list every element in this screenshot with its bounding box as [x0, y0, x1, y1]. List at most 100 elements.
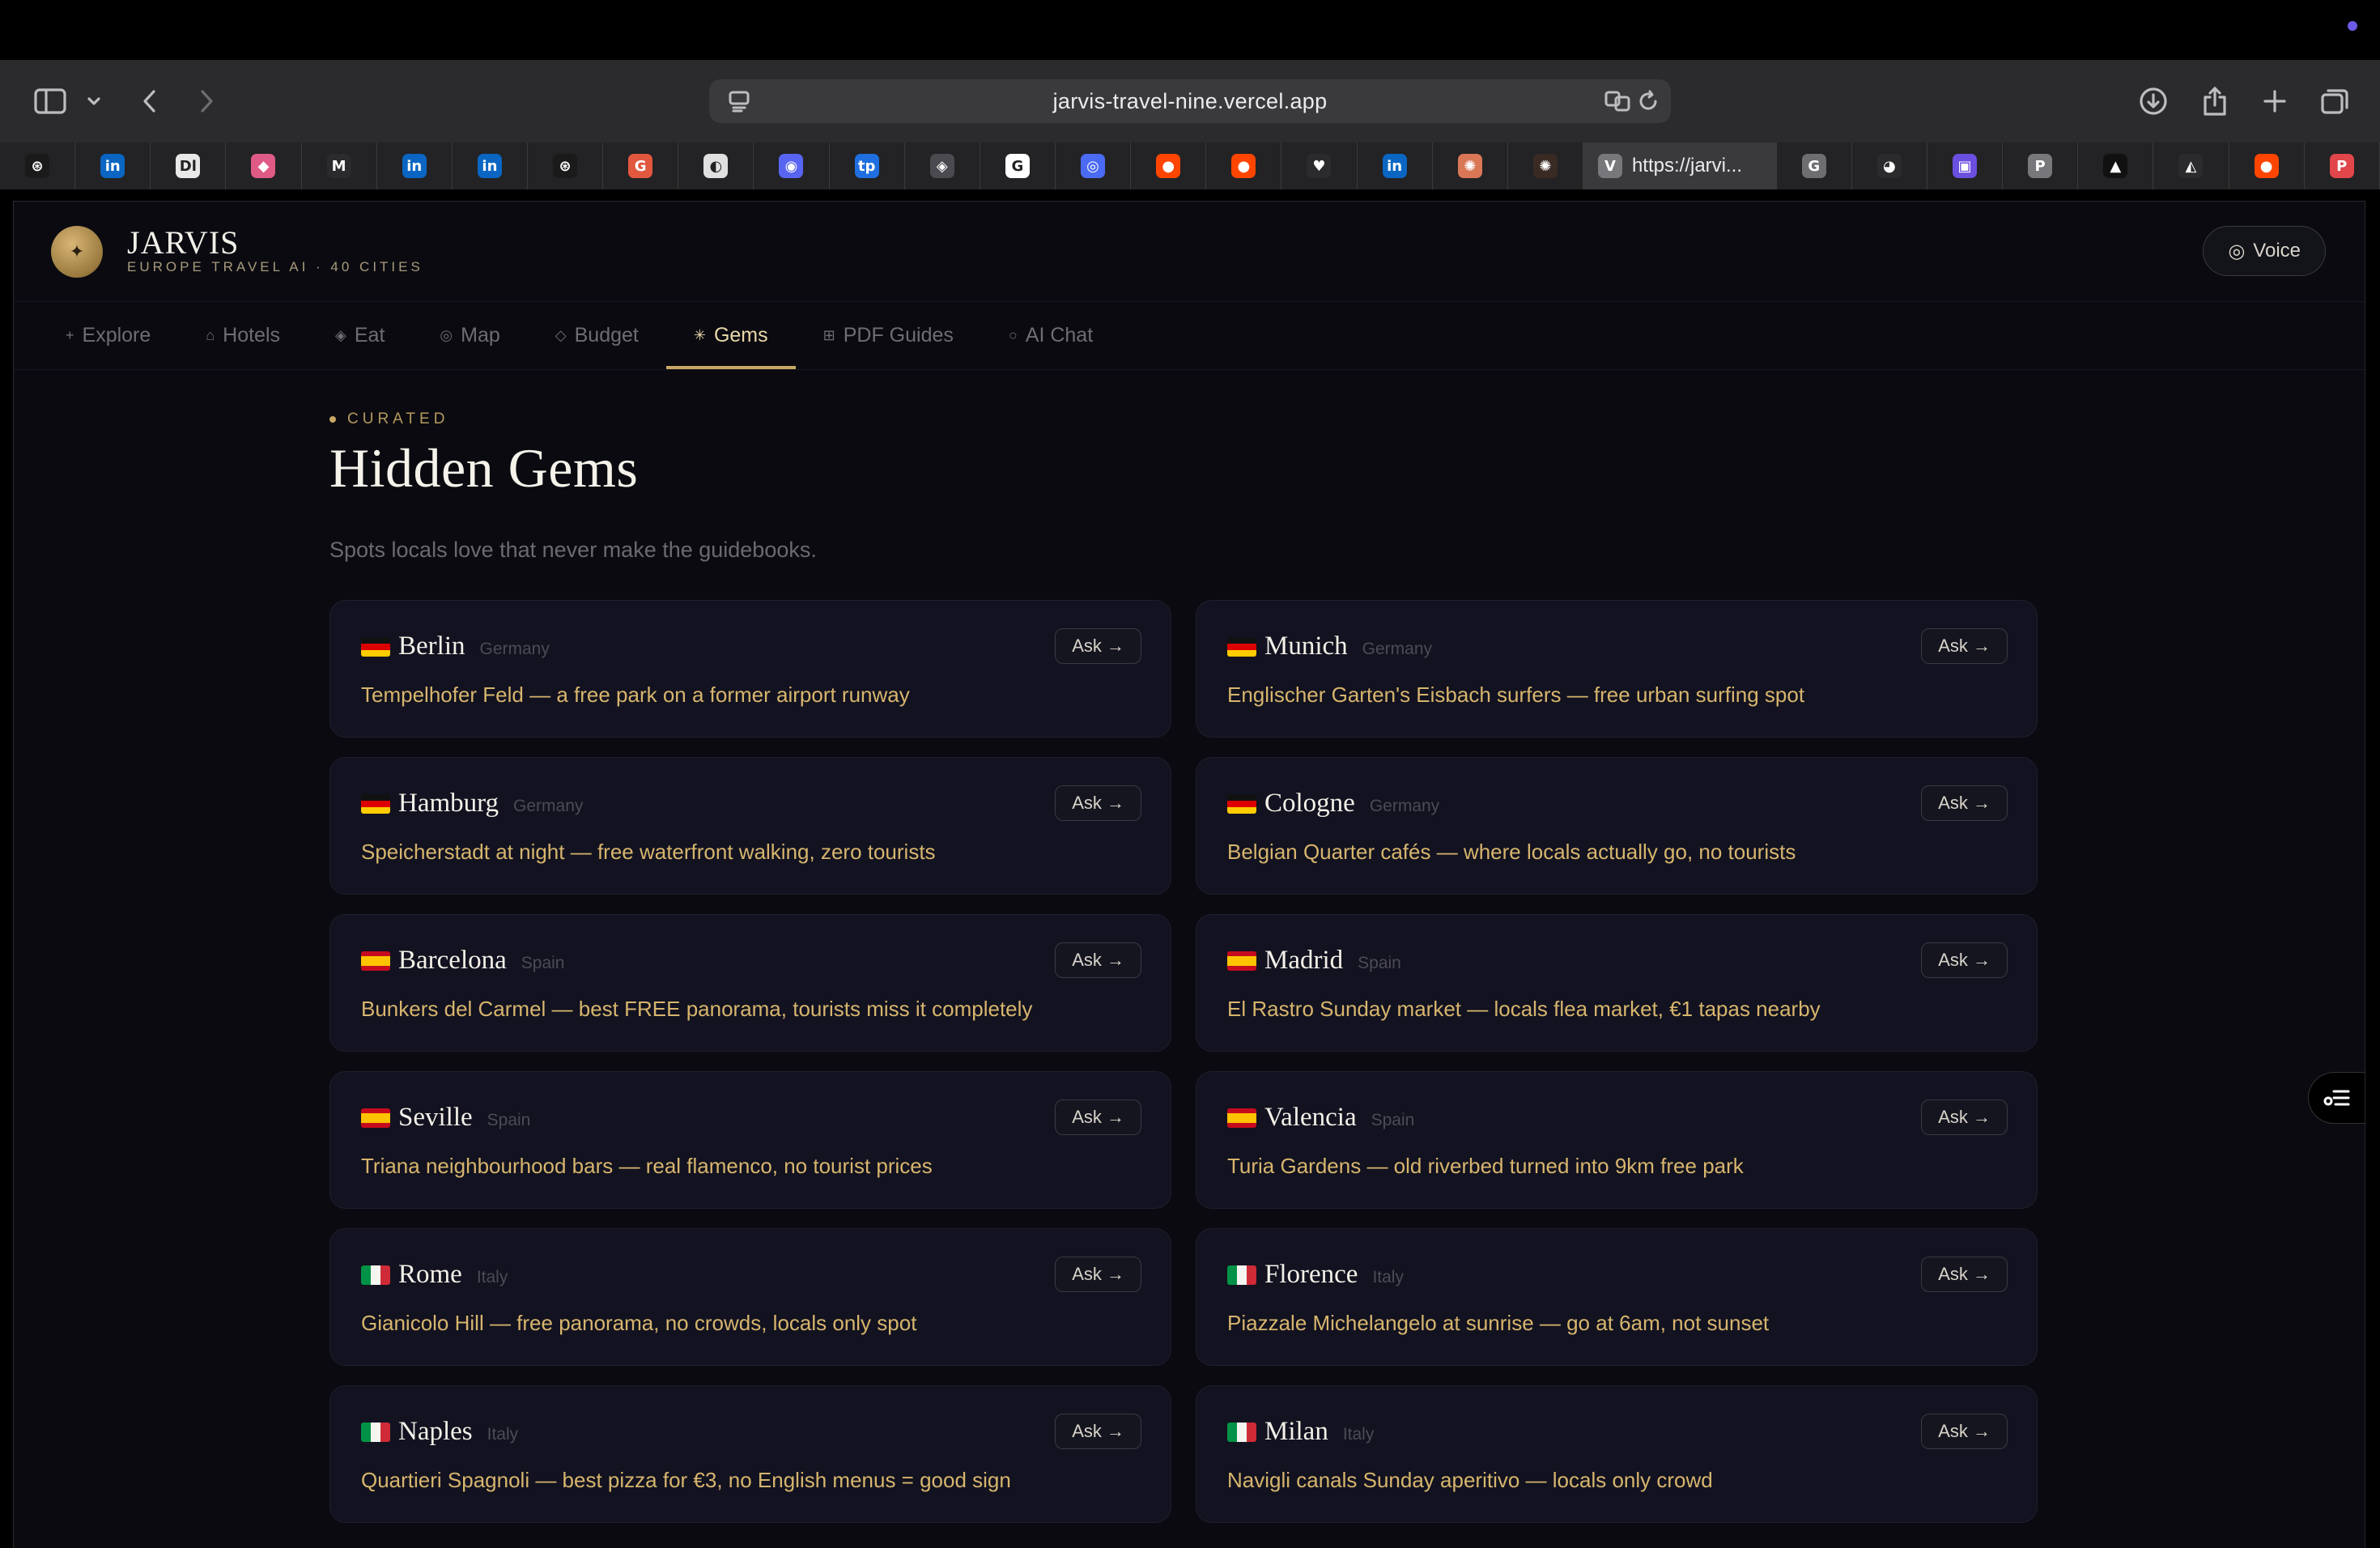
- browser-tab[interactable]: ●: [1131, 142, 1207, 189]
- ask-button[interactable]: Ask →: [1921, 1414, 2008, 1449]
- browser-tab[interactable]: ♥: [1281, 142, 1358, 189]
- reload-icon[interactable]: [1637, 89, 1660, 117]
- browser-tab[interactable]: G: [1777, 142, 1852, 189]
- browser-tab[interactable]: tp: [830, 142, 905, 189]
- browser-tab[interactable]: ◉: [754, 142, 830, 189]
- tab-explore[interactable]: + Explore: [38, 302, 178, 369]
- browser-tab[interactable]: ◕: [1852, 142, 1927, 189]
- browser-tab[interactable]: ●: [1206, 142, 1282, 189]
- tab-overview-icon[interactable]: [2318, 81, 2351, 121]
- flag-de-icon: [1227, 794, 1256, 814]
- page-title: Hidden Gems: [329, 437, 639, 499]
- browser-tab[interactable]: ⊛: [0, 142, 76, 189]
- browser-tab[interactable]: G: [980, 142, 1056, 189]
- nav-label: AI Chat: [1025, 324, 1094, 347]
- tab-eat[interactable]: ◈ Eat: [308, 302, 412, 369]
- translate-icon[interactable]: [1604, 89, 1632, 117]
- ask-button[interactable]: Ask →: [1921, 1257, 2008, 1292]
- new-tab-icon[interactable]: [2259, 81, 2291, 121]
- browser-tab[interactable]: ◐: [678, 142, 754, 189]
- nav-icon: ◇: [555, 327, 567, 343]
- web-page: ✦ JARVIS EUROPE TRAVEL AI · 40 CITIES ◎ …: [13, 201, 2365, 1548]
- nav-label: Explore: [82, 324, 151, 347]
- linkedin-icon: in: [402, 154, 427, 178]
- browser-tab[interactable]: ●: [2229, 142, 2305, 189]
- ask-button[interactable]: Ask →: [1921, 1099, 2008, 1135]
- forward-icon[interactable]: [194, 81, 219, 121]
- browser-tab[interactable]: ◎: [1056, 142, 1132, 189]
- gem-card-header: Cologne Germany: [1227, 789, 2037, 819]
- v-app-icon: V: [1597, 154, 1622, 178]
- gem-tip: Turia Gardens — old riverbed turned into…: [1227, 1154, 1744, 1178]
- browser-tab[interactable]: ✺: [1508, 142, 1583, 189]
- ask-button[interactable]: Ask →: [1055, 1414, 1141, 1449]
- browser-tab[interactable]: P: [2305, 142, 2380, 189]
- ask-button[interactable]: Ask →: [1055, 942, 1141, 978]
- browser-tab[interactable]: ▲: [2078, 142, 2154, 189]
- browser-tab[interactable]: ⊛: [528, 142, 604, 189]
- nav-label: Gems: [713, 324, 768, 347]
- jarvis-logo-icon[interactable]: ✦: [51, 225, 103, 278]
- share-icon[interactable]: [2199, 81, 2231, 121]
- browser-tab[interactable]: ✺: [1433, 142, 1508, 189]
- tab-map[interactable]: ◎ Map: [412, 302, 527, 369]
- browser-tab[interactable]: in: [377, 142, 453, 189]
- linkedin-icon: in: [100, 154, 125, 178]
- browser-tab[interactable]: in: [1358, 142, 1433, 189]
- system-menu-bar: [0, 0, 2380, 60]
- tab-pdf-guides[interactable]: ⊞ PDF Guides: [796, 302, 981, 369]
- gem-city: Florence: [1264, 1260, 1358, 1289]
- gem-card: Hamburg Germany Speicherstadt at night — f…: [329, 757, 1171, 895]
- gem-city: Seville: [398, 1103, 473, 1132]
- browser-tab[interactable]: G: [603, 142, 679, 189]
- reddit-icon: ●: [1156, 154, 1181, 178]
- download-icon[interactable]: [2137, 81, 2170, 121]
- page-settings-icon[interactable]: [727, 89, 751, 117]
- ask-button[interactable]: Ask →: [1055, 1257, 1141, 1292]
- browser-tab[interactable]: ◈: [905, 142, 980, 189]
- tab-hotels[interactable]: ⌂ Hotels: [178, 302, 308, 369]
- tab-gems[interactable]: ✳ Gems: [665, 302, 796, 369]
- back-icon[interactable]: [138, 81, 162, 121]
- openai-icon: ⊛: [553, 154, 578, 178]
- browser-tab-active[interactable]: Vhttps://jarvi...: [1583, 142, 1777, 189]
- browser-tab[interactable]: Dl: [151, 142, 227, 189]
- gem-country: Italy: [487, 1425, 519, 1444]
- tab-ai-chat[interactable]: ○ AI Chat: [981, 302, 1120, 369]
- ask-button[interactable]: Ask →: [1055, 1099, 1141, 1135]
- url-text[interactable]: jarvis-travel-nine.vercel.app: [1053, 89, 1328, 114]
- browser-tab[interactable]: ◆: [226, 142, 302, 189]
- ask-button[interactable]: Ask →: [1055, 628, 1141, 664]
- browser-tab[interactable]: M: [302, 142, 377, 189]
- gem-card-header: Munich Germany: [1227, 632, 2037, 661]
- ask-button[interactable]: Ask →: [1055, 785, 1141, 821]
- address-bar[interactable]: jarvis-travel-nine.vercel.app: [709, 79, 1671, 123]
- gem-country: Spain: [1371, 1111, 1415, 1129]
- gem-card-header: Madrid Spain: [1227, 946, 2037, 976]
- gem-tip: Englischer Garten's Eisbach surfers — fr…: [1227, 683, 1805, 707]
- browser-tab[interactable]: ◭: [2153, 142, 2229, 189]
- flag-es-icon: [361, 1108, 390, 1128]
- voice-button[interactable]: ◎ Voice: [2203, 226, 2326, 276]
- side-panel-button[interactable]: [2308, 1072, 2365, 1124]
- pink-app-icon: ◆: [251, 154, 276, 178]
- ask-button[interactable]: Ask →: [1921, 785, 2008, 821]
- status-dot-icon: [2348, 21, 2357, 31]
- browser-tab[interactable]: in: [453, 142, 528, 189]
- gem-country: Germany: [1362, 640, 1433, 658]
- tab-budget[interactable]: ◇ Budget: [528, 302, 666, 369]
- chevron-down-icon[interactable]: [84, 81, 104, 121]
- gem-card-header: Valencia Spain: [1227, 1103, 2037, 1133]
- gem-card-header: Milan Italy: [1227, 1417, 2037, 1447]
- browser-tab[interactable]: in: [75, 142, 151, 189]
- gem-card: Munich Germany Englischer Garten's Eisbach…: [1196, 600, 2038, 738]
- browser-tab[interactable]: P: [2003, 142, 2079, 189]
- claude-icon: ✺: [1532, 154, 1558, 178]
- browser-tab[interactable]: ▣: [1927, 142, 2004, 189]
- app-header: ✦ JARVIS EUROPE TRAVEL AI · 40 CITIES ◎ …: [14, 202, 2365, 302]
- gem-card: Florence Italy Piazzale Michelangelo at su…: [1196, 1228, 2038, 1366]
- sidebar-toggle-icon[interactable]: [31, 81, 70, 121]
- ask-button[interactable]: Ask →: [1921, 942, 2008, 978]
- ask-button[interactable]: Ask →: [1921, 628, 2008, 664]
- cube-icon: ◈: [929, 154, 954, 178]
